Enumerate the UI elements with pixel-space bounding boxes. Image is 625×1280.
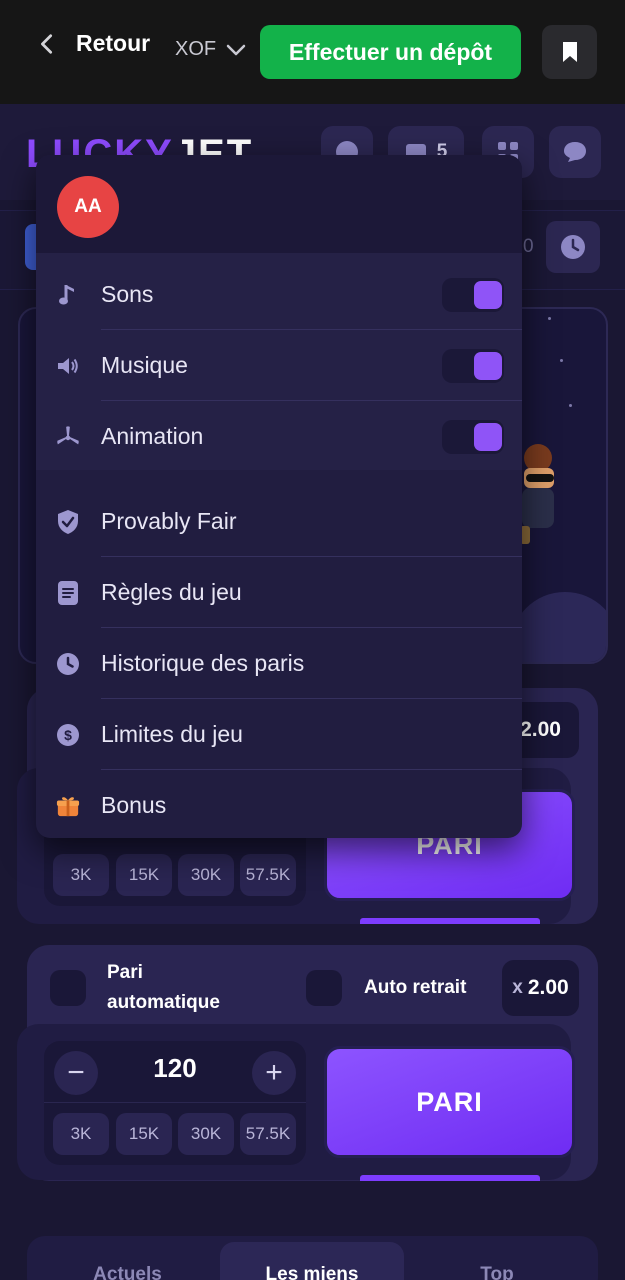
dollar-coin-icon: $ (56, 723, 80, 747)
menu-item-label: Musique (101, 352, 188, 378)
toggle-knob (474, 422, 502, 451)
menu-item-label: Limites du jeu (101, 721, 243, 747)
auto-cashout-checkbox[interactable] (306, 970, 342, 1006)
menu-item-label: Sons (101, 281, 154, 307)
chat-icon (564, 142, 586, 162)
quick-amount-3k[interactable]: 3K (53, 1113, 109, 1155)
menu-item-historique[interactable]: Historique des paris (36, 628, 522, 699)
star (548, 317, 551, 320)
history-tail: 0 (523, 236, 534, 257)
sons-toggle[interactable] (442, 277, 504, 312)
speaker-icon (56, 354, 80, 378)
settings-menu: AA Sons Musique Animation Provably Fair (36, 155, 522, 838)
quick-amount-3k[interactable]: 3K (53, 854, 109, 896)
shield-check-icon (56, 509, 80, 534)
quick-amount-57-5k[interactable]: 57.5K (240, 854, 296, 896)
back-button[interactable]: Retour (36, 30, 150, 57)
menu-item-bonus[interactable]: Bonus (36, 770, 522, 838)
quick-amount-30k[interactable]: 30K (178, 854, 234, 896)
toggle-knob (474, 280, 502, 309)
menu-item-label: Historique des paris (101, 650, 305, 676)
document-icon (56, 580, 80, 605)
quick-amount-30k[interactable]: 30K (178, 1113, 234, 1155)
musique-toggle[interactable] (442, 348, 504, 383)
star (560, 359, 563, 362)
menu-item-musique[interactable]: Musique (36, 330, 522, 401)
top-bar: Retour XOF Effectuer un dépôt (0, 0, 625, 104)
menu-item-label: Bonus (101, 792, 167, 818)
menu-item-limites[interactable]: $ Limites du jeu (36, 699, 522, 770)
quick-amount-15k[interactable]: 15K (116, 1113, 172, 1155)
planet (510, 592, 606, 662)
chevron-left-icon (41, 33, 53, 54)
clock-icon (56, 652, 80, 676)
increase-button[interactable]: + (252, 1051, 296, 1095)
menu-item-label: Provably Fair (101, 508, 237, 534)
menu-item-regles[interactable]: Règles du jeu (36, 557, 522, 628)
bet-amount-stepper-2: − 120 + 3K 15K 30K 57.5K (44, 1041, 306, 1165)
svg-text:$: $ (64, 727, 72, 743)
gift-icon (56, 794, 80, 818)
propeller-icon (56, 425, 80, 449)
tab-actuels[interactable]: Actuels (45, 1242, 210, 1280)
chevron-down-icon (226, 44, 246, 55)
auto-bet-checkbox[interactable] (50, 970, 86, 1006)
menu-profile-header: AA (36, 155, 522, 253)
currency-label: XOF (175, 38, 217, 60)
quick-amount-15k[interactable]: 15K (116, 854, 172, 896)
auto-cashout-multiplier-2[interactable]: x 2.00 (502, 960, 579, 1016)
avatar[interactable]: AA (57, 176, 119, 238)
animation-toggle[interactable] (442, 419, 504, 454)
chat-button[interactable] (549, 126, 601, 178)
clock-icon (561, 235, 585, 259)
music-note-icon (56, 283, 80, 307)
deposit-button[interactable]: Effectuer un dépôt (260, 25, 521, 79)
tab-les-miens[interactable]: Les miens (220, 1242, 404, 1280)
bet-button-2-glow (360, 1175, 540, 1181)
star (569, 404, 572, 407)
multiplier-value: 2.00 (527, 976, 569, 999)
back-label: Retour (76, 30, 151, 56)
quick-amount-57-5k[interactable]: 57.5K (240, 1113, 296, 1155)
bookmark-icon (562, 42, 577, 62)
menu-item-label: Règles du jeu (101, 579, 242, 605)
bet-button-2[interactable]: PARI (324, 1046, 575, 1158)
auto-bet-label: Pari automatique (107, 962, 220, 1013)
bookmark-button[interactable] (542, 25, 597, 79)
tab-top[interactable]: Top (412, 1242, 582, 1280)
menu-item-sons[interactable]: Sons (36, 259, 522, 330)
menu-item-animation[interactable]: Animation (36, 401, 522, 472)
multiplier-prefix: x (512, 977, 523, 998)
toggle-knob (474, 351, 502, 380)
stepper-row: − 120 + (44, 1041, 306, 1103)
menu-item-provably-fair[interactable]: Provably Fair (36, 486, 522, 557)
bet-button-1-glow (360, 918, 540, 924)
auto-cashout-label: Auto retrait (364, 977, 467, 998)
history-clock-button[interactable] (546, 221, 600, 273)
menu-item-label: Animation (101, 423, 204, 449)
multiplier-value: 2.00 (520, 718, 561, 741)
currency-selector[interactable]: XOF (175, 38, 246, 61)
